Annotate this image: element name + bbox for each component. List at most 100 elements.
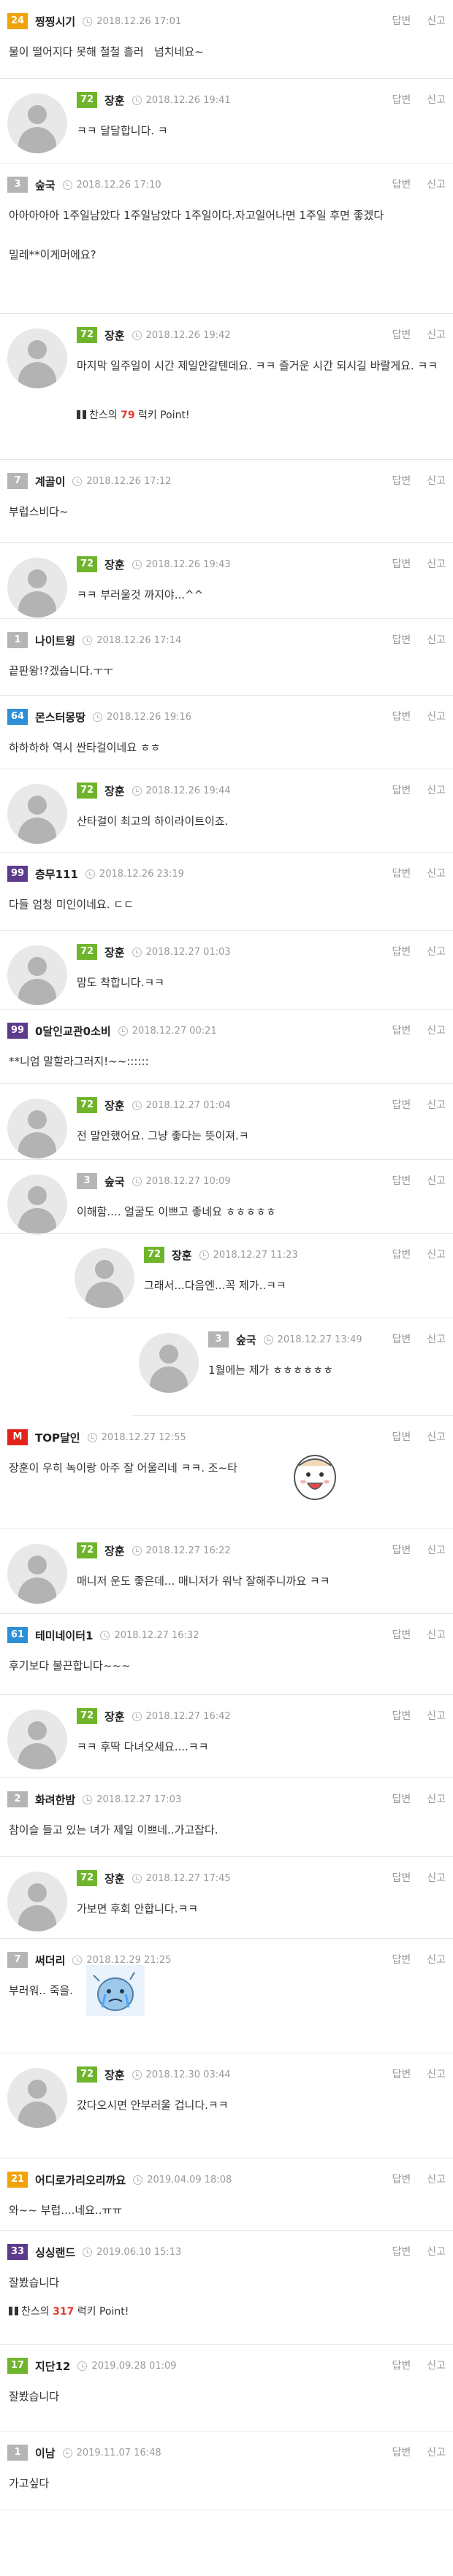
laughing-emoticon-icon <box>289 1451 347 1500</box>
reply-button[interactable]: 답변 <box>392 2246 411 2258</box>
reply-button[interactable]: 답변 <box>392 329 411 341</box>
clock-icon <box>263 1334 273 1345</box>
report-button[interactable]: 신고 <box>427 179 446 191</box>
comment-header: 72 장훈 2018.12.27 11:23 <box>144 1247 298 1263</box>
point-prefix: 찬스의 <box>89 410 118 421</box>
nickname[interactable]: 나이트윙 <box>35 633 75 648</box>
nickname[interactable]: 화려한밤 <box>35 1792 75 1807</box>
report-button[interactable]: 신고 <box>427 475 446 487</box>
reply-button[interactable]: 답변 <box>392 2069 411 2080</box>
timestamp: 2018.12.27 16:22 <box>145 1545 231 1556</box>
nickname[interactable]: 장훈 <box>104 1543 125 1558</box>
report-button[interactable]: 신고 <box>427 1793 446 1805</box>
reply-button[interactable]: 답변 <box>392 15 411 27</box>
nickname[interactable]: 장훈 <box>104 2067 125 2083</box>
report-button[interactable]: 신고 <box>427 1710 446 1722</box>
reply-button[interactable]: 답변 <box>392 1954 411 1966</box>
avatar-icon <box>7 1099 67 1158</box>
nickname[interactable]: 층무111 <box>35 866 78 882</box>
nickname[interactable]: 지단12 <box>35 2358 70 2374</box>
nickname[interactable]: 장훈 <box>104 1098 125 1113</box>
clock-icon <box>83 2247 93 2257</box>
reply-button[interactable]: 답변 <box>392 1710 411 1722</box>
nickname[interactable]: 숲국 <box>35 177 56 193</box>
report-button[interactable]: 신고 <box>427 2174 446 2185</box>
reply-button[interactable]: 답변 <box>392 1629 411 1641</box>
report-button[interactable]: 신고 <box>427 2447 446 2458</box>
reply-button[interactable]: 답변 <box>392 634 411 646</box>
report-button[interactable]: 신고 <box>427 868 446 880</box>
nickname[interactable]: 장훈 <box>104 93 125 108</box>
reply-button[interactable]: 답변 <box>392 946 411 958</box>
report-button[interactable]: 신고 <box>427 1629 446 1641</box>
report-button[interactable]: 신고 <box>427 1175 446 1187</box>
report-button[interactable]: 신고 <box>427 1431 446 1443</box>
nickname[interactable]: 숲국 <box>236 1332 256 1347</box>
nickname[interactable]: 0달인교관0소비 <box>35 1023 111 1039</box>
level-badge: 72 <box>77 327 97 343</box>
report-button[interactable]: 신고 <box>427 2360 446 2372</box>
level-badge: 72 <box>77 1542 97 1558</box>
nickname[interactable]: 장훈 <box>104 1871 125 1886</box>
reply-button[interactable]: 답변 <box>392 1025 411 1037</box>
reply-button[interactable]: 답변 <box>392 711 411 723</box>
comment-header: 72 장훈 2018.12.27 01:04 <box>77 1097 231 1113</box>
reply-button[interactable]: 답변 <box>392 2360 411 2372</box>
report-button[interactable]: 신고 <box>427 329 446 341</box>
report-button[interactable]: 신고 <box>427 1249 446 1261</box>
report-button[interactable]: 신고 <box>427 1954 446 1966</box>
nickname[interactable]: 장훈 <box>104 1709 125 1724</box>
reply-button[interactable]: 답변 <box>392 1334 411 1345</box>
reply-button[interactable]: 답변 <box>392 94 411 106</box>
report-button[interactable]: 신고 <box>427 2246 446 2258</box>
reply-button[interactable]: 답변 <box>392 2447 411 2458</box>
report-button[interactable]: 신고 <box>427 15 446 27</box>
report-button[interactable]: 신고 <box>427 634 446 646</box>
reply-button[interactable]: 답변 <box>392 475 411 487</box>
reply-button[interactable]: 답변 <box>392 558 411 570</box>
timestamp: 2018.12.26 17:14 <box>96 634 182 646</box>
nickname[interactable]: 이남 <box>35 2445 56 2461</box>
nickname[interactable]: TOP달인 <box>35 1430 80 1445</box>
reply-button[interactable]: 답변 <box>392 868 411 880</box>
report-button[interactable]: 신고 <box>427 1025 446 1037</box>
nickname[interactable]: 몬스터몽땅 <box>35 710 85 725</box>
reply-button[interactable]: 답변 <box>392 1249 411 1261</box>
comment-actions: 답변 신고 <box>376 1708 446 1724</box>
reply-button[interactable]: 답변 <box>392 1793 411 1805</box>
reply-button[interactable]: 답변 <box>392 1545 411 1556</box>
avatar-icon <box>7 558 67 618</box>
report-button[interactable]: 신고 <box>427 94 446 106</box>
nickname[interactable]: 계골이 <box>35 474 65 489</box>
level-badge: 99 <box>7 866 28 882</box>
nickname[interactable]: 테미네이터1 <box>35 1628 93 1643</box>
report-button[interactable]: 신고 <box>427 558 446 570</box>
report-button[interactable]: 신고 <box>427 2069 446 2080</box>
reply-button[interactable]: 답변 <box>392 1872 411 1884</box>
nickname[interactable]: 싱싱랜드 <box>35 2245 75 2260</box>
report-button[interactable]: 신고 <box>427 711 446 723</box>
report-button[interactable]: 신고 <box>427 1872 446 1884</box>
report-button[interactable]: 신고 <box>427 785 446 796</box>
reply-button[interactable]: 답변 <box>392 2174 411 2185</box>
nickname[interactable]: 어디로가리오리까요 <box>35 2172 126 2188</box>
nickname[interactable]: 장훈 <box>172 1247 192 1263</box>
report-button[interactable]: 신고 <box>427 1545 446 1556</box>
report-button[interactable]: 신고 <box>427 946 446 958</box>
report-button[interactable]: 신고 <box>427 1334 446 1345</box>
reply-button[interactable]: 답변 <box>392 1175 411 1187</box>
reply-button[interactable]: 답변 <box>392 1099 411 1111</box>
report-button[interactable]: 신고 <box>427 1099 446 1111</box>
nickname[interactable]: 장훈 <box>104 945 125 960</box>
nickname[interactable]: 장훈 <box>104 557 125 572</box>
nickname[interactable]: 숲국 <box>104 1174 125 1189</box>
comment-actions: 답변 신고 <box>376 1791 446 1807</box>
avatar-icon <box>7 784 67 844</box>
reply-button[interactable]: 답변 <box>392 179 411 191</box>
nickname[interactable]: 장훈 <box>104 783 125 799</box>
reply-button[interactable]: 답변 <box>392 1431 411 1443</box>
reply-button[interactable]: 답변 <box>392 785 411 796</box>
nickname[interactable]: 찡찡시기 <box>35 14 75 29</box>
nickname[interactable]: 장훈 <box>104 328 125 343</box>
nickname[interactable]: 써더리 <box>35 1953 65 1968</box>
